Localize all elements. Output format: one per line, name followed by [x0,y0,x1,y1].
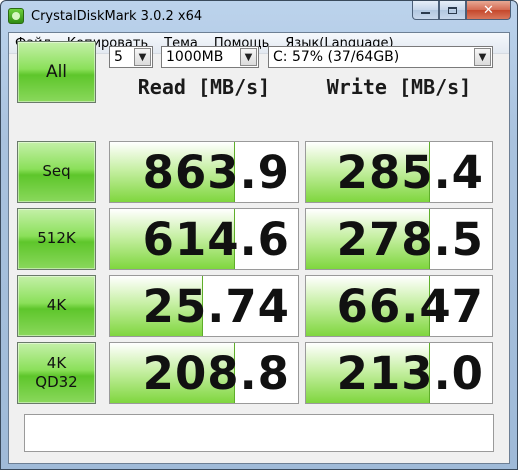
chevron-down-icon: ▼ [240,48,257,66]
test-count-value: 5 [114,49,123,65]
all-button[interactable]: All [17,41,96,103]
4k-qd32-write-result: 213.0 [305,342,493,404]
close-button[interactable]: ✕ [466,1,511,20]
read-column-header: Read [MB/s] [137,75,271,99]
512k-write-result: 278.5 [305,208,493,270]
4k-qd32-read-result: 208.8 [109,342,299,404]
4k-write-value: 66.47 [336,279,484,333]
4k-button[interactable]: 4K [17,275,96,337]
seq-write-result: 285.4 [305,141,493,203]
close-icon: ✕ [483,2,494,18]
drive-value: C: 57% (37/64GB) [273,49,400,65]
seq-button[interactable]: Seq [17,141,96,203]
4k-qd32-write-value: 213.0 [336,346,484,400]
minimize-icon [421,12,430,14]
test-size-select[interactable]: 1000MB ▼ [161,46,259,68]
chevron-down-icon: ▼ [134,48,151,66]
app-window: CrystalDiskMark 3.0.2 x64 ✕ Файл Копиров… [0,0,518,470]
512k-button[interactable]: 512K [17,208,96,270]
caption-buttons: ✕ [412,1,511,21]
window-title: CrystalDiskMark 3.0.2 x64 [31,9,203,24]
seq-read-value: 863.9 [142,145,290,199]
4k-qd32-button[interactable]: 4K QD32 [17,342,96,404]
app-icon[interactable] [8,8,24,24]
seq-write-value: 285.4 [336,145,484,199]
seq-read-result: 863.9 [109,141,299,203]
test-count-select[interactable]: 5 ▼ [109,46,153,68]
maximize-button[interactable] [439,1,466,20]
comment-box[interactable] [24,414,494,452]
test-size-value: 1000MB [166,49,224,65]
maximize-icon [448,6,457,14]
chevron-down-icon: ▼ [474,48,491,66]
4k-read-result: 25.74 [109,275,299,337]
4k-qd32-read-value: 208.8 [142,346,290,400]
4k-read-value: 25.74 [142,279,290,333]
title-bar[interactable]: CrystalDiskMark 3.0.2 x64 ✕ [1,1,517,32]
512k-read-result: 614.6 [109,208,299,270]
4k-write-result: 66.47 [305,275,493,337]
drive-select[interactable]: C: 57% (37/64GB) ▼ [268,46,493,68]
512k-write-value: 278.5 [336,212,484,266]
minimize-button[interactable] [412,1,439,20]
write-column-header: Write [MB/s] [326,75,472,99]
512k-read-value: 614.6 [142,212,290,266]
